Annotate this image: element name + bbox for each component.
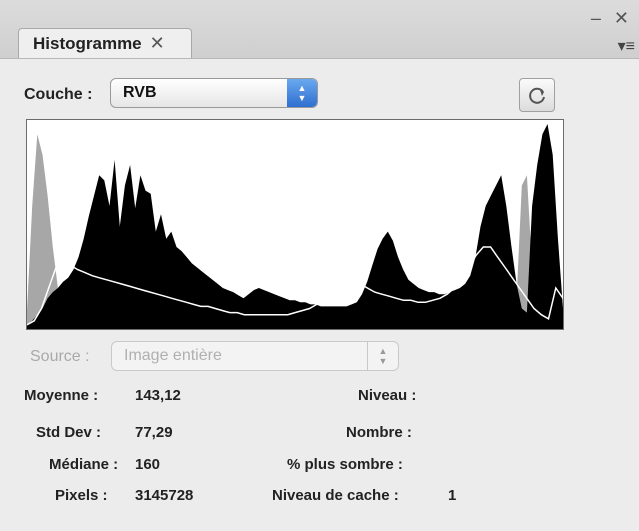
refresh-button[interactable] [519, 78, 555, 112]
tab-label: Histogramme [33, 33, 142, 53]
histogram-panel: Histogramme ✕ – ✕ ▾≡ Couche : RVB ▲ ▼ Sou… [0, 0, 639, 531]
median-label: Médiane : [49, 456, 119, 473]
pixels-value: 3145728 [135, 487, 194, 504]
panel-tab-bar: Histogramme ✕ – ✕ ▾≡ [0, 0, 639, 59]
panel-menu-icon[interactable]: ▾≡ [618, 36, 635, 56]
level-label: Niveau : [358, 387, 417, 404]
cache-level-label: Niveau de cache : [272, 487, 399, 504]
channel-label: Couche : [24, 86, 93, 103]
source-label: Source : [30, 348, 90, 365]
histogram-graph [26, 119, 564, 330]
channel-select-value: RVB [123, 84, 157, 101]
tab-histogramme[interactable]: Histogramme ✕ [18, 28, 192, 58]
mean-value: 143,12 [135, 387, 181, 404]
source-select-value: Image entière [124, 347, 222, 364]
cache-level-value: 1 [448, 487, 457, 504]
refresh-icon [529, 87, 545, 104]
source-select: Image entière ▲ ▼ [111, 341, 399, 371]
channel-select-arrows-icon: ▲ ▼ [287, 79, 317, 107]
median-value: 160 [135, 456, 161, 473]
window-controls-icon[interactable]: – ✕ [591, 8, 633, 29]
source-select-arrows-icon: ▲ ▼ [367, 342, 398, 370]
stddev-label: Std Dev : [36, 424, 102, 441]
mean-label: Moyenne : [24, 387, 99, 404]
histogram-black-area [27, 124, 563, 329]
stddev-value: 77,29 [135, 424, 173, 441]
percentile-label: % plus sombre : [287, 456, 403, 473]
count-label: Nombre : [346, 424, 412, 441]
histogram-svg [26, 124, 564, 329]
channel-row: Couche : [24, 80, 92, 110]
channel-select[interactable]: RVB ▲ ▼ [110, 78, 318, 108]
pixels-label: Pixels : [55, 487, 108, 504]
tab-close-icon[interactable]: ✕ [150, 33, 165, 54]
